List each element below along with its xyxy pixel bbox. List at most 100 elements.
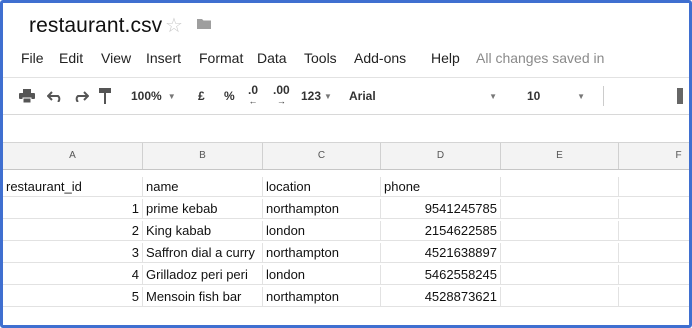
cell[interactable]: 4521638897 (381, 243, 501, 263)
menu-add-ons[interactable]: Add-ons (354, 50, 406, 66)
cell[interactable] (619, 177, 689, 197)
cell[interactable]: 3 (3, 243, 143, 263)
chevron-down-icon: ▼ (324, 91, 332, 101)
cell[interactable]: london (263, 221, 381, 241)
cell[interactable]: Grilladoz peri peri (143, 265, 263, 285)
cell[interactable] (501, 287, 619, 307)
paint-format-button[interactable] (99, 78, 111, 114)
redo-button[interactable] (73, 78, 89, 114)
increase-decimal-button[interactable]: .00 → (273, 78, 290, 114)
cell[interactable]: northampton (263, 243, 381, 263)
cell[interactable] (619, 287, 689, 307)
column-header-e[interactable]: E (501, 143, 619, 169)
cell[interactable] (619, 199, 689, 219)
cell[interactable]: 4 (3, 265, 143, 285)
cell[interactable] (501, 265, 619, 285)
cell[interactable]: 2 (3, 221, 143, 241)
redo-icon (73, 90, 89, 102)
print-icon (19, 89, 35, 103)
menu-help[interactable]: Help (431, 50, 460, 66)
spreadsheet-window: restaurant.csv ☆ File Edit View Insert F… (0, 0, 692, 328)
currency-format-button[interactable]: £ (198, 78, 205, 114)
percent-label: % (224, 89, 235, 103)
star-icon[interactable]: ☆ (165, 13, 183, 38)
table-row: 2 King kabab london 2154622585 (3, 221, 689, 241)
toolbar-divider (603, 78, 604, 114)
spreadsheet-grid: A B C D E F restaurant_id name location … (3, 143, 689, 325)
cell[interactable]: northampton (263, 199, 381, 219)
menu-file[interactable]: File (21, 50, 44, 66)
formula-bar[interactable] (3, 114, 689, 143)
font-select[interactable]: Arial ▼ (349, 78, 497, 114)
print-button[interactable] (19, 78, 35, 114)
undo-button[interactable] (47, 78, 63, 114)
font-size-select[interactable]: 10 ▼ (515, 78, 585, 114)
menu-format[interactable]: Format (199, 50, 243, 66)
table-row: 1 prime kebab northampton 9541245785 (3, 199, 689, 219)
chevron-down-icon: ▼ (167, 91, 176, 101)
zoom-value: 100% (131, 89, 162, 103)
undo-icon (47, 90, 63, 102)
font-size-value: 10 (527, 89, 541, 103)
cell[interactable]: 1 (3, 199, 143, 219)
cell[interactable]: location (263, 177, 381, 197)
chevron-down-icon: ▼ (489, 91, 497, 101)
column-header-a[interactable]: A (3, 143, 143, 169)
cell[interactable] (619, 243, 689, 263)
cell[interactable]: 4528873621 (381, 287, 501, 307)
title-bar: restaurant.csv ☆ (3, 3, 689, 45)
currency-label: £ (198, 89, 205, 103)
cell[interactable] (501, 177, 619, 197)
cell[interactable] (619, 265, 689, 285)
cell[interactable]: Mensoin fish bar (143, 287, 263, 307)
column-header-d[interactable]: D (381, 143, 501, 169)
zoom-select[interactable]: 100% ▼ (131, 78, 176, 114)
increase-decimal-label: .00 (273, 83, 290, 97)
more-formats-label: 123 (301, 89, 322, 103)
cell[interactable] (501, 243, 619, 263)
menu-data[interactable]: Data (257, 50, 287, 66)
toolbar: 100% ▼ £ % .0 ← .00 → 123 ▼ Arial ▼ 10 ▼ (3, 77, 689, 115)
menu-tools[interactable]: Tools (304, 50, 337, 66)
decrease-decimal-button[interactable]: .0 ← (248, 78, 258, 114)
menu-edit[interactable]: Edit (59, 50, 83, 66)
table-row: restaurant_id name location phone (3, 177, 689, 197)
chevron-down-icon: ▼ (577, 91, 585, 101)
menu-insert[interactable]: Insert (146, 50, 181, 66)
cell[interactable]: 5 (3, 287, 143, 307)
cell[interactable] (619, 221, 689, 241)
cell[interactable]: name (143, 177, 263, 197)
more-formats-select[interactable]: 123 ▼ (301, 78, 332, 114)
font-value: Arial (349, 89, 376, 103)
column-header-f[interactable]: F (619, 143, 689, 169)
cell[interactable]: Saffron dial a curry (143, 243, 263, 263)
cell[interactable]: phone (381, 177, 501, 197)
cell[interactable]: King kabab (143, 221, 263, 241)
table-row: 4 Grilladoz peri peri london 5462558245 (3, 265, 689, 285)
table-row: 5 Mensoin fish bar northampton 452887362… (3, 287, 689, 307)
column-header-b[interactable]: B (143, 143, 263, 169)
percent-format-button[interactable]: % (224, 78, 235, 114)
cell[interactable]: prime kebab (143, 199, 263, 219)
decrease-decimal-label: .0 (248, 83, 259, 97)
cell[interactable]: london (263, 265, 381, 285)
document-title[interactable]: restaurant.csv (29, 14, 162, 38)
cell[interactable]: restaurant_id (3, 177, 143, 197)
table-row: 3 Saffron dial a curry northampton 45216… (3, 243, 689, 263)
menu-bar: File Edit View Insert Format Data Tools … (3, 47, 689, 71)
cell[interactable] (501, 199, 619, 219)
cell[interactable]: 2154622585 (381, 221, 501, 241)
save-status[interactable]: All changes saved in (476, 50, 604, 66)
bold-button[interactable] (677, 78, 683, 114)
arrow-right-icon: → (276, 96, 286, 106)
menu-view[interactable]: View (101, 50, 131, 66)
cell[interactable]: northampton (263, 287, 381, 307)
column-header-c[interactable]: C (263, 143, 381, 169)
column-header-row: A B C D E F (3, 143, 689, 170)
cell[interactable]: 5462558245 (381, 265, 501, 285)
cell[interactable]: 9541245785 (381, 199, 501, 219)
arrow-left-icon: ← (248, 96, 258, 106)
paint-roller-icon (99, 88, 111, 104)
folder-icon[interactable] (197, 18, 211, 29)
cell[interactable] (501, 221, 619, 241)
